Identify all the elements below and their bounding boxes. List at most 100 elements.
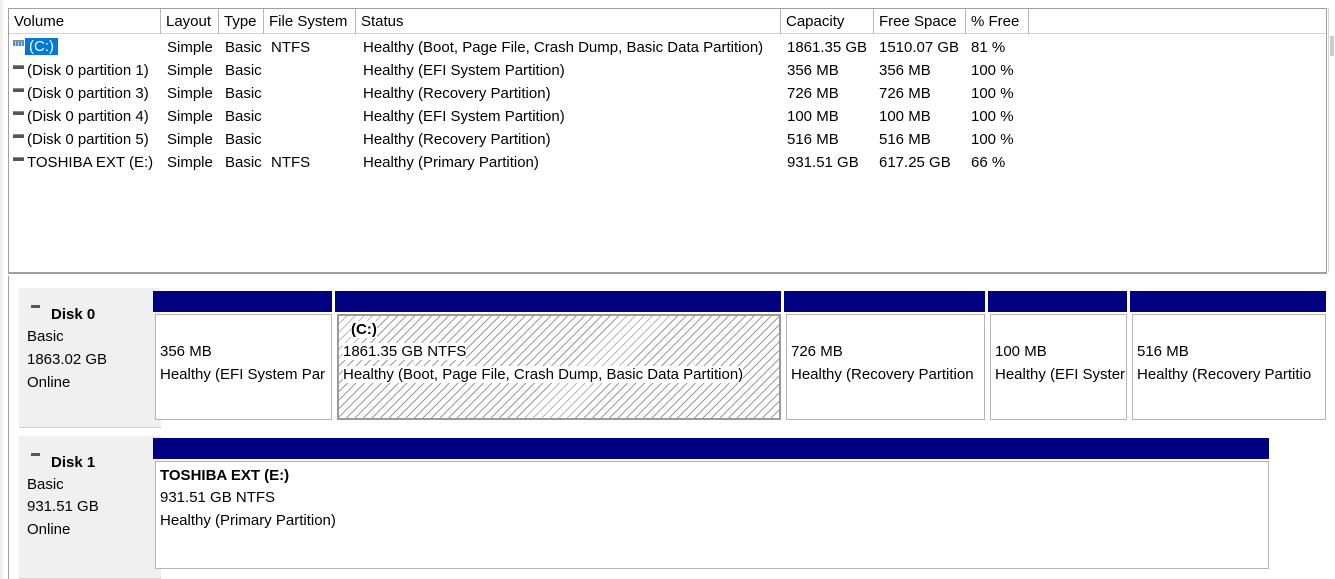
partition-size: 100 MB — [995, 343, 1047, 360]
partition-status: Healthy (Boot, Page File, Crash Dump, Ba… — [343, 366, 744, 383]
volume-free-space: 726 MB — [879, 85, 931, 102]
volume-percent-free: 100 % — [971, 108, 1014, 125]
disk-icon — [31, 305, 40, 308]
partition-c-drive[interactable]: (C:) 1861.35 GB NTFS Healthy (Boot, Page… — [337, 314, 781, 420]
column-header-status[interactable]: Status — [356, 9, 781, 34]
volume-fs: NTFS — [271, 154, 311, 171]
volume-capacity: 1861.35 GB — [787, 39, 868, 56]
volume-icon — [13, 157, 24, 161]
volume-capacity: 356 MB — [787, 62, 839, 79]
partition-header-bar — [784, 291, 985, 312]
column-header-volume[interactable]: Volume — [9, 9, 161, 34]
column-header-percent-free[interactable]: % Free — [966, 9, 1029, 34]
volume-icon — [13, 40, 24, 46]
column-header-capacity[interactable]: Capacity — [781, 9, 874, 34]
partition-title: TOSHIBA EXT (E:) — [160, 467, 290, 484]
volume-layout: Simple — [167, 85, 213, 102]
volume-type: Basic — [225, 154, 262, 171]
partition-status: Healthy (Recovery Partition — [791, 366, 974, 383]
volume-name: (C:) — [25, 38, 58, 55]
scrollbar-thumb[interactable] — [1330, 36, 1334, 56]
volume-status: Healthy (Boot, Page File, Crash Dump, Ba… — [363, 39, 764, 56]
partition-title: (C:) — [351, 321, 377, 338]
partition-recovery-3[interactable]: 726 MB Healthy (Recovery Partition — [786, 314, 985, 420]
disk-size: 931.51 GB — [27, 498, 99, 515]
volume-layout: Simple — [167, 154, 213, 171]
volume-row[interactable]: TOSHIBA EXT (E:) Simple Basic NTFS Healt… — [9, 151, 1039, 174]
volume-percent-free: 81 % — [971, 39, 1006, 56]
disk-icon — [31, 453, 40, 456]
volume-percent-free: 100 % — [971, 131, 1014, 148]
volume-row[interactable]: (C:) Simple Basic NTFS Healthy (Boot, Pa… — [9, 36, 1039, 59]
partition-header-bar — [335, 291, 781, 312]
disk-name: Disk 0 — [51, 306, 96, 323]
disk-graphical-view: Disk 0 Basic 1863.02 GB Online 356 MB He… — [8, 276, 1327, 579]
volume-percent-free: 100 % — [971, 62, 1014, 79]
volume-icon — [13, 111, 24, 115]
disk-state: Online — [27, 521, 71, 538]
volume-row[interactable]: (Disk 0 partition 3) Simple Basic Health… — [9, 82, 1039, 105]
volume-status: Healthy (EFI System Partition) — [363, 108, 565, 125]
volume-row[interactable]: (Disk 0 partition 4) Simple Basic Health… — [9, 105, 1039, 128]
partition-efi-1[interactable]: 356 MB Healthy (EFI System Par — [155, 314, 332, 420]
volume-name: (Disk 0 partition 5) — [27, 131, 149, 148]
partition-status: Healthy (EFI Syster — [995, 366, 1126, 383]
volume-type: Basic — [225, 108, 262, 125]
volume-list[interactable]: Volume Layout Type File System Status Ca… — [8, 8, 1327, 274]
volume-capacity: 100 MB — [787, 108, 839, 125]
volume-layout: Simple — [167, 62, 213, 79]
column-header-free-space[interactable]: Free Space — [874, 9, 966, 34]
partition-size: 726 MB — [791, 343, 843, 360]
volume-type: Basic — [225, 62, 262, 79]
disk-1-label[interactable]: Disk 1 Basic 931.51 GB Online — [19, 436, 161, 579]
partition-header-bar — [988, 291, 1127, 312]
volume-icon — [13, 134, 24, 138]
volume-layout: Simple — [167, 108, 213, 125]
volume-name: (Disk 0 partition 1) — [27, 62, 149, 79]
partition-header-bar — [153, 438, 1269, 459]
volume-type: Basic — [225, 131, 262, 148]
column-header-type[interactable]: Type — [219, 9, 264, 34]
partition-header-bar — [1130, 291, 1326, 312]
volume-name: (Disk 0 partition 3) — [27, 85, 149, 102]
partition-status: Healthy (Primary Partition) — [160, 512, 336, 529]
volume-percent-free: 66 % — [971, 154, 1006, 171]
volume-free-space: 516 MB — [879, 131, 931, 148]
partition-size: 516 MB — [1137, 343, 1189, 360]
vertical-scrollbar[interactable] — [1328, 8, 1335, 272]
volume-capacity: 931.51 GB — [787, 154, 859, 171]
volume-free-space: 356 MB — [879, 62, 931, 79]
partition-status: Healthy (EFI System Par — [160, 366, 326, 383]
partition-size: 356 MB — [160, 343, 212, 360]
volume-icon — [13, 88, 24, 92]
window-left-edge — [0, 0, 3, 579]
volume-status: Healthy (Recovery Partition) — [363, 85, 551, 102]
volume-layout: Simple — [167, 39, 213, 56]
volume-row[interactable]: (Disk 0 partition 1) Simple Basic Health… — [9, 59, 1039, 82]
partition-status: Healthy (Recovery Partitio — [1137, 366, 1312, 383]
volume-free-space: 617.25 GB — [879, 154, 951, 171]
disk-size: 1863.02 GB — [27, 351, 108, 368]
volume-status: Healthy (Recovery Partition) — [363, 131, 551, 148]
volume-percent-free: 100 % — [971, 85, 1014, 102]
disk-type: Basic — [27, 328, 64, 345]
partition-toshiba-ext[interactable]: TOSHIBA EXT (E:) 931.51 GB NTFS Healthy … — [155, 461, 1269, 569]
volume-fs: NTFS — [271, 39, 311, 56]
partition-efi-4[interactable]: 100 MB Healthy (EFI Syster — [990, 314, 1127, 420]
column-header-layout[interactable]: Layout — [161, 9, 219, 34]
disk-name: Disk 1 — [51, 454, 96, 471]
disk-state: Online — [27, 374, 71, 391]
volume-status: Healthy (EFI System Partition) — [363, 62, 565, 79]
disk-type: Basic — [27, 476, 64, 493]
volume-free-space: 100 MB — [879, 108, 931, 125]
partition-recovery-5[interactable]: 516 MB Healthy (Recovery Partitio — [1132, 314, 1326, 420]
disk-0-label[interactable]: Disk 0 Basic 1863.02 GB Online — [19, 288, 161, 428]
volume-type: Basic — [225, 39, 262, 56]
volume-name: TOSHIBA EXT (E:) — [27, 154, 154, 171]
partition-size: 1861.35 GB NTFS — [343, 343, 467, 360]
volume-row[interactable]: (Disk 0 partition 5) Simple Basic Health… — [9, 128, 1039, 151]
volume-status: Healthy (Primary Partition) — [363, 154, 539, 171]
volume-capacity: 726 MB — [787, 85, 839, 102]
column-header-file-system[interactable]: File System — [264, 9, 356, 34]
partition-size: 931.51 GB NTFS — [160, 489, 276, 506]
